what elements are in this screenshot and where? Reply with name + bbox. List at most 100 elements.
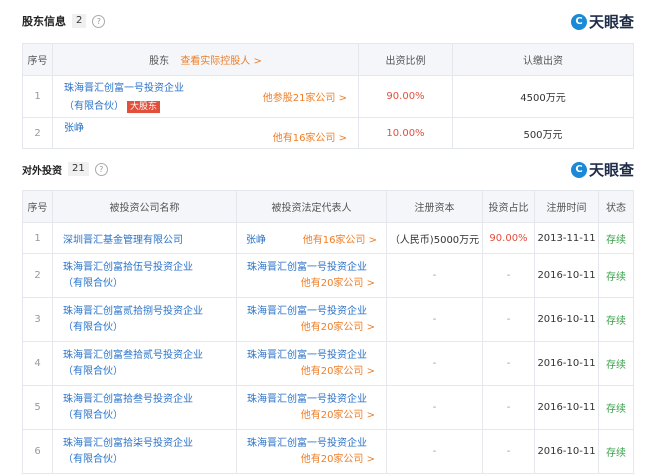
table-row: 3 珠海晋汇创富贰拾捌号投资企业 （有限合伙） 珠海晋汇创富一号投资企业 他有2…	[22, 297, 634, 342]
legal-rep-companies-link[interactable]: 他有16家公司 >	[303, 231, 377, 246]
date-cell: 2016-10-11	[534, 253, 599, 298]
col-company: 被投资公司名称	[52, 190, 237, 223]
col-legal-rep: 被投资法定代表人	[236, 190, 387, 223]
logo-text: 天眼查	[588, 13, 634, 31]
table-header-row: 序号 股东 查看实际控股人 > 出资比例 认缴出资	[22, 43, 634, 76]
legal-rep-cell: 珠海晋汇创富一号投资企业 他有20家公司 >	[236, 385, 387, 430]
legal-rep-cell: 珠海晋汇创富一号投资企业 他有20家公司 >	[236, 429, 387, 474]
seq-cell: 2	[22, 117, 53, 149]
holder-name-link-line2[interactable]: （有限合伙）	[64, 101, 124, 112]
help-icon[interactable]: ?	[94, 162, 108, 176]
status-cell: 存续	[598, 429, 634, 474]
capital-cell: （人民币)5000万元	[386, 222, 483, 254]
holder-companies-link[interactable]: 他参股21家公司 >	[263, 89, 347, 104]
company-name-link[interactable]: 珠海晋汇创富拾伍号投资企业	[63, 260, 235, 276]
help-icon[interactable]: ?	[92, 14, 106, 28]
capital-cell: -	[386, 253, 483, 298]
status-cell: 存续	[598, 297, 634, 342]
company-name-link-line2[interactable]: （有限合伙）	[63, 276, 235, 292]
company-name-link[interactable]: 珠海晋汇创富拾叁号投资企业	[63, 392, 235, 408]
company-name-link-line2[interactable]: （有限合伙）	[63, 320, 235, 336]
date-cell: 2016-10-11	[534, 385, 599, 430]
date-cell: 2016-10-11	[534, 429, 599, 474]
ratio-cell: -	[482, 341, 535, 386]
seq-cell: 5	[22, 385, 53, 430]
seq-cell: 2	[22, 253, 53, 298]
company-name-link[interactable]: 珠海晋汇创富叁拾贰号投资企业	[63, 348, 235, 364]
company-cell: 深圳晋汇基金管理有限公司	[52, 222, 237, 254]
ratio-cell: -	[482, 385, 535, 430]
holder-name-link[interactable]: 珠海晋汇创富一号投资企业	[64, 81, 184, 97]
logo-text: 天眼查	[588, 161, 634, 179]
col-date: 注册时间	[534, 190, 599, 223]
holder-cell: 珠海晋汇创富一号投资企业 （有限合伙） 大股东 他参股21家公司 >	[52, 75, 359, 118]
legal-rep-link[interactable]: 珠海晋汇创富一号投资企业	[247, 304, 385, 320]
company-name-link[interactable]: 珠海晋汇创富贰拾捌号投资企业	[63, 304, 235, 320]
legal-rep-link[interactable]: 珠海晋汇创富一号投资企业	[247, 348, 385, 364]
seq-cell: 3	[22, 297, 53, 342]
table-row: 1 珠海晋汇创富一号投资企业 （有限合伙） 大股东 他参股21家公司 > 90.0…	[22, 75, 634, 118]
legal-rep-cell: 珠海晋汇创富一号投资企业 他有20家公司 >	[236, 253, 387, 298]
investments-count-badge: 21	[68, 162, 89, 176]
table-header-row: 序号 被投资公司名称 被投资法定代表人 注册资本 投资占比 注册时间 状态	[22, 190, 634, 223]
seq-cell: 4	[22, 341, 53, 386]
status-cell: 存续	[598, 385, 634, 430]
major-shareholder-badge: 大股东	[127, 100, 161, 113]
view-actual-controller-link[interactable]: 查看实际控股人 >	[180, 56, 262, 67]
table-row: 6 珠海晋汇创富拾柒号投资企业 （有限合伙） 珠海晋汇创富一号投资企业 他有20…	[22, 429, 634, 474]
ratio-cell: 90.00%	[358, 75, 453, 118]
table-row: 4 珠海晋汇创富叁拾贰号投资企业 （有限合伙） 珠海晋汇创富一号投资企业 他有2…	[22, 341, 634, 386]
status-cell: 存续	[598, 341, 634, 386]
table-row: 1 深圳晋汇基金管理有限公司 张峥 他有16家公司 > （人民币)5000万元 …	[22, 222, 634, 254]
company-cell: 珠海晋汇创富贰拾捌号投资企业 （有限合伙）	[52, 297, 237, 342]
col-ratio: 投资占比	[482, 190, 535, 223]
company-cell: 珠海晋汇创富拾柒号投资企业 （有限合伙）	[52, 429, 237, 474]
table-row: 2 珠海晋汇创富拾伍号投资企业 （有限合伙） 珠海晋汇创富一号投资企业 他有20…	[22, 253, 634, 298]
legal-rep-companies-link[interactable]: 他有20家公司 >	[247, 364, 385, 380]
ratio-cell: 90.00%	[482, 222, 535, 254]
ratio-cell: -	[482, 429, 535, 474]
tianyancha-logo: C 天眼查	[570, 159, 634, 180]
col-ratio: 出资比例	[358, 43, 453, 76]
investments-table: 序号 被投资公司名称 被投资法定代表人 注册资本 投资占比 注册时间 状态 1 …	[22, 190, 634, 474]
capital-cell: -	[386, 341, 483, 386]
holder-name-link[interactable]: 张峥	[64, 119, 84, 134]
capital-cell: -	[386, 385, 483, 430]
shareholders-title: 股东信息	[22, 15, 66, 28]
date-cell: 2016-10-11	[534, 341, 599, 386]
legal-rep-link[interactable]: 张峥	[246, 231, 266, 246]
legal-rep-cell: 珠海晋汇创富一号投资企业 他有20家公司 >	[236, 297, 387, 342]
company-cell: 珠海晋汇创富拾伍号投资企业 （有限合伙）	[52, 253, 237, 298]
ratio-cell: -	[482, 297, 535, 342]
date-cell: 2013-11-11	[534, 222, 599, 254]
holder-companies-link[interactable]: 他有16家公司 >	[273, 129, 347, 144]
legal-rep-link[interactable]: 珠海晋汇创富一号投资企业	[247, 436, 385, 452]
legal-rep-cell: 张峥 他有16家公司 >	[236, 222, 387, 254]
col-holder-label: 股东	[149, 56, 170, 67]
col-subscribed: 认缴出资	[452, 43, 634, 76]
company-cell: 珠海晋汇创富拾叁号投资企业 （有限合伙）	[52, 385, 237, 430]
legal-rep-companies-link[interactable]: 他有20家公司 >	[247, 320, 385, 336]
logo-icon: C	[570, 161, 587, 178]
company-name-link[interactable]: 深圳晋汇基金管理有限公司	[63, 235, 183, 246]
company-cell: 珠海晋汇创富叁拾贰号投资企业 （有限合伙）	[52, 341, 237, 386]
legal-rep-link[interactable]: 珠海晋汇创富一号投资企业	[247, 260, 385, 276]
company-name-link[interactable]: 珠海晋汇创富拾柒号投资企业	[63, 436, 235, 452]
table-row: 5 珠海晋汇创富拾叁号投资企业 （有限合伙） 珠海晋汇创富一号投资企业 他有20…	[22, 385, 634, 430]
legal-rep-companies-link[interactable]: 他有20家公司 >	[247, 452, 385, 468]
status-cell: 存续	[598, 253, 634, 298]
company-name-link-line2[interactable]: （有限合伙）	[63, 364, 235, 380]
col-seq: 序号	[22, 43, 53, 76]
amount-cell: 500万元	[452, 117, 634, 149]
company-name-link-line2[interactable]: （有限合伙）	[63, 408, 235, 424]
col-holder: 股东 查看实际控股人 >	[52, 43, 359, 76]
date-cell: 2016-10-11	[534, 297, 599, 342]
company-name-link-line2[interactable]: （有限合伙）	[63, 452, 235, 468]
legal-rep-link[interactable]: 珠海晋汇创富一号投资企业	[247, 392, 385, 408]
amount-cell: 4500万元	[452, 75, 634, 118]
legal-rep-companies-link[interactable]: 他有20家公司 >	[247, 276, 385, 292]
logo-icon: C	[570, 13, 587, 30]
legal-rep-companies-link[interactable]: 他有20家公司 >	[247, 408, 385, 424]
tianyancha-logo: C 天眼查	[570, 11, 634, 32]
capital-cell: -	[386, 429, 483, 474]
